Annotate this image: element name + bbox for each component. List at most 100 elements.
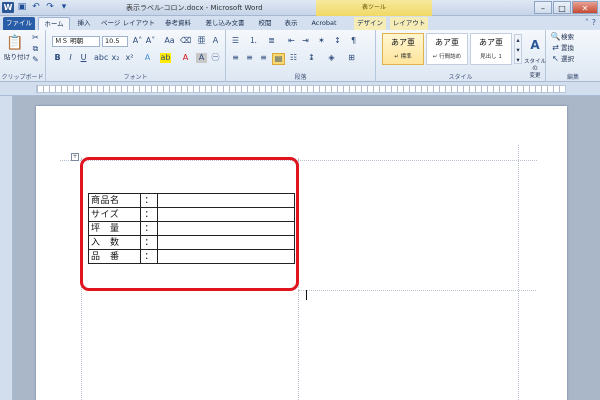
tab-file[interactable]: ファイル <box>3 17 35 30</box>
style-heading-1-sample: あア亜 <box>479 38 503 47</box>
title-bar: W ▣ ↶ ↷ ▾ 表示ラベル-コロン.docx - Microsoft Wor… <box>0 0 600 16</box>
tab-view[interactable]: 表示 <box>280 17 302 30</box>
vertical-ruler[interactable] <box>0 96 13 400</box>
style-no-spacing[interactable]: あア亜 ↵ 行間詰め <box>426 33 468 65</box>
underline-icon: U <box>80 53 87 62</box>
justify-icon: ▤ <box>274 54 283 63</box>
replace-button[interactable]: ⇄ 置換 <box>550 43 574 53</box>
paragraph-group-label: 段落 <box>294 74 307 81</box>
select-button[interactable]: ↖ 選択 <box>550 54 574 64</box>
decrease-indent-button[interactable]: ⇤ <box>286 36 297 46</box>
paste-label: 貼り付け <box>4 53 30 61</box>
font-color-button[interactable]: A <box>180 53 191 63</box>
undo-icon[interactable]: ↶ <box>30 2 42 13</box>
numbering-button[interactable]: ⒈ <box>248 36 259 46</box>
character-shading-button[interactable]: A <box>196 53 207 63</box>
style-heading-1[interactable]: あア亜 見出し 1 <box>470 33 512 65</box>
line-spacing-icon: ↨ <box>308 53 315 62</box>
styles-gallery-scroll[interactable]: ▴ ▾ ▾ <box>514 34 522 64</box>
sort-button[interactable]: ↕ <box>332 36 343 46</box>
character-border-icon: Ａ <box>211 36 220 45</box>
superscript-icon: x² <box>125 53 134 62</box>
superscript-button[interactable]: x² <box>124 53 135 63</box>
help-icon[interactable]: ? <box>592 18 596 27</box>
redo-icon[interactable]: ↷ <box>44 2 56 13</box>
underline-button[interactable]: U <box>78 53 89 63</box>
maximize-button[interactable]: □ <box>553 1 571 14</box>
copy-icon: ⧉ <box>32 44 39 53</box>
show-marks-button[interactable]: ¶ <box>348 36 359 46</box>
align-center-button[interactable]: ≡ <box>244 53 255 63</box>
find-label: 検索 <box>561 33 574 41</box>
italic-button[interactable]: I <box>65 53 76 63</box>
asian-layout-button[interactable]: ✶ <box>316 36 327 46</box>
quick-access-toolbar: W ▣ ↶ ↷ ▾ <box>2 2 70 13</box>
phonetic-guide-button[interactable]: 亜 <box>196 36 207 46</box>
table-tools-context-tab: 表ツール <box>316 0 432 16</box>
tab-design[interactable]: デザイン <box>354 17 386 30</box>
save-icon[interactable]: ▣ <box>16 2 28 13</box>
paste-button[interactable]: 📋 貼り付け <box>4 34 30 64</box>
table-move-handle-icon[interactable]: + <box>71 153 79 161</box>
subscript-button[interactable]: x₂ <box>110 53 121 63</box>
borders-button[interactable]: ⊞ <box>346 53 357 63</box>
ribbon-tabs: ファイル ホーム 挿入 ページ レイアウト 参考資料 差し込み文書 校閲 表示 … <box>0 16 600 30</box>
change-case-button[interactable]: Aa <box>164 36 175 46</box>
find-button[interactable]: 🔍検索 <box>550 32 574 42</box>
cut-button[interactable]: ✂ <box>30 33 41 43</box>
more-icon: ▾ <box>516 56 520 64</box>
font-color-icon: A <box>182 53 189 62</box>
character-border-button[interactable]: Ａ <box>210 36 221 46</box>
close-button[interactable]: ✕ <box>572 1 598 14</box>
tab-layout[interactable]: レイアウト <box>390 17 428 30</box>
sort-icon: ↕ <box>334 36 341 45</box>
minimize-button[interactable]: – <box>534 1 552 14</box>
multilevel-list-button[interactable]: ≣ <box>266 36 277 46</box>
clear-formatting-button[interactable]: ⌫ <box>180 36 191 46</box>
tab-insert[interactable]: 挿入 <box>72 17 96 30</box>
font-size-combobox[interactable]: 10.5 <box>102 36 128 47</box>
align-right-button[interactable]: ≡ <box>258 53 269 63</box>
italic-icon: I <box>69 53 72 62</box>
horizontal-ruler[interactable] <box>0 82 600 96</box>
ruler-ticks <box>37 86 565 92</box>
line-spacing-button[interactable]: ↨ <box>306 53 317 63</box>
tab-acrobat[interactable]: Acrobat <box>307 17 341 30</box>
chevron-up-icon: ▴ <box>516 36 520 44</box>
format-painter-button[interactable]: ✎ <box>30 55 41 65</box>
label-grid-line <box>518 145 519 400</box>
tab-home[interactable]: ホーム <box>38 17 70 30</box>
replace-icon: ⇄ <box>552 43 559 52</box>
paint-bucket-icon: ◈ <box>328 53 335 62</box>
ribbon-collapse-icon[interactable]: ˄ <box>585 18 589 27</box>
character-shading-icon: A <box>196 53 207 63</box>
select-icon: ↖ <box>552 54 559 63</box>
word-app-icon[interactable]: W <box>2 2 14 13</box>
tab-references[interactable]: 参考資料 <box>160 17 196 30</box>
text-effects-button[interactable]: A <box>142 53 153 63</box>
increase-indent-button[interactable]: ⇥ <box>300 36 311 46</box>
bold-button[interactable]: B <box>52 53 63 63</box>
distributed-button[interactable]: ☷ <box>288 53 299 63</box>
font-group: ＭＳ 明朝 10.5 A˄ A˅ Aa ⌫ 亜 Ａ B I U abc x₂ x… <box>46 30 226 82</box>
customize-qat-icon[interactable]: ▾ <box>58 2 70 13</box>
grow-font-button[interactable]: A˄ <box>132 36 143 46</box>
tab-mailings[interactable]: 差し込み文書 <box>200 17 250 30</box>
window-controls: – □ ✕ <box>534 1 598 14</box>
editing-group-label: 編集 <box>566 74 579 81</box>
bullets-button[interactable]: ☰ <box>230 36 241 46</box>
style-normal[interactable]: あア亜 ↵ 標準 <box>382 33 424 65</box>
strikethrough-button[interactable]: abc <box>94 53 108 63</box>
enclosed-character-button[interactable]: ㊀ <box>210 53 221 63</box>
tab-page-layout[interactable]: ページ レイアウト <box>99 17 157 30</box>
copy-button[interactable]: ⧉ <box>30 44 41 54</box>
shading-button[interactable]: ◈ <box>326 53 337 63</box>
justify-button[interactable]: ▤ <box>272 53 285 65</box>
align-left-button[interactable]: ≡ <box>230 53 241 63</box>
shrink-font-button[interactable]: A˅ <box>145 36 156 46</box>
tab-review[interactable]: 校閲 <box>254 17 276 30</box>
style-normal-name: ↵ 標準 <box>394 54 412 60</box>
highlight-color-button[interactable]: ab <box>160 53 171 63</box>
styles-group: あア亜 ↵ 標準 あア亜 ↵ 行間詰め あア亜 見出し 1 ▴ ▾ ▾ A スタイル… <box>376 30 546 82</box>
font-name-combobox[interactable]: ＭＳ 明朝 <box>52 36 100 47</box>
